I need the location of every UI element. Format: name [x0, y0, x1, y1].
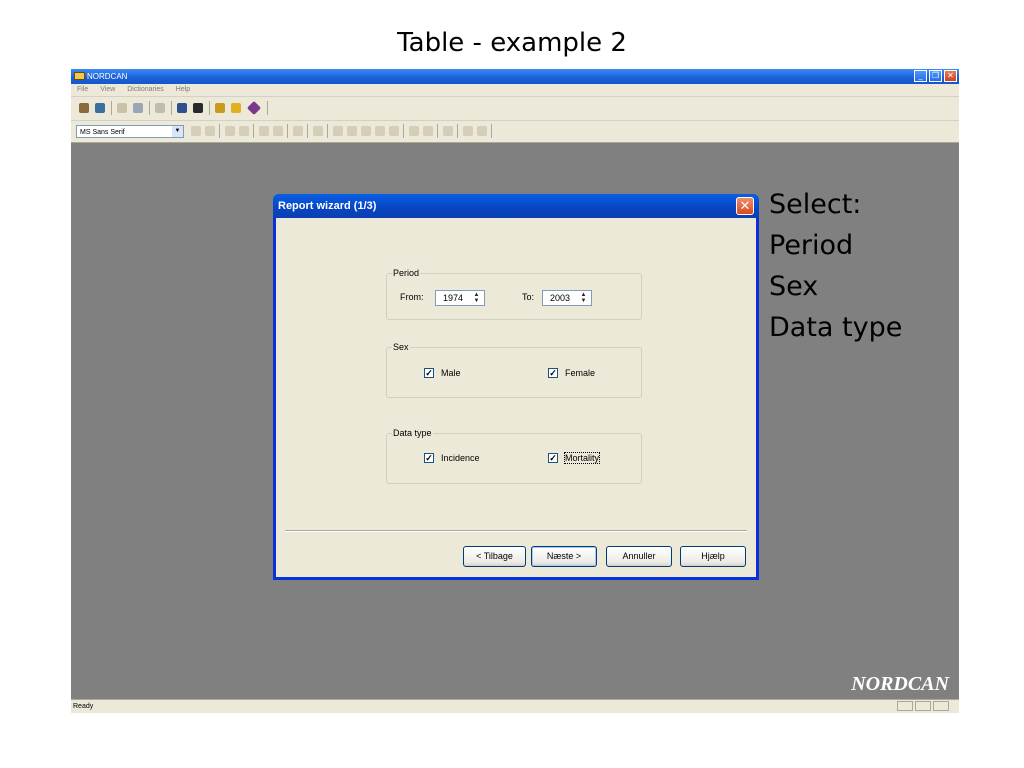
sort-icon-3[interactable]: [361, 126, 371, 136]
sort-icon-2[interactable]: [347, 126, 357, 136]
sort-icon-5[interactable]: [389, 126, 399, 136]
male-label: Male: [441, 368, 461, 378]
chart-icon[interactable]: [443, 126, 453, 136]
period-legend: Period: [393, 268, 420, 278]
sort-icon-4[interactable]: [375, 126, 385, 136]
back-button[interactable]: < Tilbage: [463, 546, 526, 567]
bug-icon[interactable]: [193, 103, 203, 113]
cut-icon[interactable]: [79, 103, 89, 113]
help-question-icon[interactable]: [215, 103, 225, 113]
annotation-line-select: Select:: [769, 189, 862, 220]
menu-view[interactable]: View: [100, 86, 115, 93]
restore-icon[interactable]: ❐: [929, 70, 942, 82]
checkmark-icon: ✓: [424, 368, 434, 378]
status-panel-3: [933, 701, 949, 711]
format-icon[interactable]: [191, 126, 201, 136]
status-panel-2: [915, 701, 931, 711]
to-year-spinner[interactable]: 2003 ▲ ▼: [542, 290, 592, 306]
from-year-spinner[interactable]: 1974 ▲ ▼: [435, 290, 485, 306]
report-wizard-dialog: Report wizard (1/3) ✕ Period From: 1974 …: [273, 194, 759, 580]
minimize-icon[interactable]: _: [914, 70, 927, 82]
mortality-label: Mortality: [563, 452, 601, 464]
from-label: From:: [400, 292, 424, 302]
menubar: File View Dictionaries Help: [71, 84, 959, 96]
align-icon[interactable]: [259, 126, 269, 136]
spinner-arrows-icon[interactable]: ▲ ▼: [471, 292, 482, 304]
mortality-checkbox[interactable]: ✓ Mortality: [548, 452, 601, 464]
app-icon: [74, 72, 85, 80]
dialog-titlebar: Report wizard (1/3) ✕: [273, 194, 759, 218]
diamond-icon[interactable]: [246, 100, 262, 116]
window-titlebar: NORDCAN _ ❐ ✕: [71, 69, 959, 84]
wand-icon[interactable]: [231, 103, 241, 113]
sort-icon-6[interactable]: [409, 126, 419, 136]
zoom-icon[interactable]: [293, 126, 303, 136]
brush-icon[interactable]: [273, 126, 283, 136]
sort-icon-7[interactable]: [423, 126, 433, 136]
dropdown-arrow-icon: ▼: [172, 126, 183, 137]
checkmark-icon: ✓: [548, 453, 558, 463]
format-toolbar: MS Sans Serif ▼: [71, 120, 959, 143]
period-group: Period: [386, 268, 642, 320]
back-arrow-icon[interactable]: [177, 103, 187, 113]
table-icon[interactable]: [313, 126, 323, 136]
annotation-line-sex: Sex: [769, 271, 819, 302]
annotation-line-data-type: Data type: [769, 312, 903, 343]
menu-file[interactable]: File: [77, 86, 88, 93]
data-type-legend: Data type: [393, 428, 432, 438]
nordcan-watermark: NORDCAN: [851, 673, 949, 695]
incidence-label: Incidence: [441, 453, 480, 463]
close-icon[interactable]: ✕: [944, 70, 957, 82]
spinner-arrows-icon[interactable]: ▲ ▼: [578, 292, 589, 304]
incidence-checkbox[interactable]: ✓ Incidence: [424, 453, 480, 463]
sex-legend: Sex: [393, 342, 409, 352]
window-title: NORDCAN: [87, 72, 128, 81]
sort-icon-1[interactable]: [333, 126, 343, 136]
status-panel-1: [897, 701, 913, 711]
from-year-value: 1974: [443, 293, 464, 303]
font-size-down-icon[interactable]: [239, 126, 249, 136]
grid-icon[interactable]: [205, 126, 215, 136]
main-toolbar: [71, 96, 959, 121]
design-icon[interactable]: [95, 103, 105, 113]
slide-title: Table - example 2: [397, 28, 627, 58]
font-size-up-icon[interactable]: [225, 126, 235, 136]
to-label: To:: [522, 292, 535, 302]
print-icon[interactable]: [155, 103, 165, 113]
save-icon[interactable]: [133, 103, 143, 113]
male-checkbox[interactable]: ✓ Male: [424, 368, 461, 378]
menu-help[interactable]: Help: [176, 86, 190, 93]
menu-dictionaries[interactable]: Dictionaries: [127, 86, 164, 93]
font-select[interactable]: MS Sans Serif ▼: [76, 125, 184, 138]
font-select-value: MS Sans Serif: [80, 129, 125, 136]
checkmark-icon: ✓: [548, 368, 558, 378]
annotation-line-period: Period: [769, 230, 854, 261]
dialog-body: Period From: 1974 ▲ ▼ To: 2003 ▲ ▼ Sex ✓ M…: [276, 218, 756, 577]
status-text: Ready: [73, 703, 94, 710]
to-year-value: 2003: [550, 293, 571, 303]
copy-icon[interactable]: [117, 103, 127, 113]
slide-annotation: Select: Period Sex Data type: [769, 184, 902, 348]
right-arrow-icon[interactable]: [477, 126, 487, 136]
cancel-button[interactable]: Annuller: [606, 546, 672, 567]
next-button[interactable]: Næste >: [531, 546, 597, 567]
female-checkbox[interactable]: ✓ Female: [548, 368, 595, 378]
button-divider: [285, 530, 747, 532]
checkmark-icon: ✓: [424, 453, 434, 463]
female-label: Female: [565, 368, 596, 378]
dialog-title: Report wizard (1/3): [278, 200, 377, 212]
statusbar: Ready: [71, 699, 959, 713]
left-arrow-icon[interactable]: [463, 126, 473, 136]
help-button[interactable]: Hjælp: [680, 546, 746, 567]
close-icon[interactable]: ✕: [736, 197, 754, 215]
